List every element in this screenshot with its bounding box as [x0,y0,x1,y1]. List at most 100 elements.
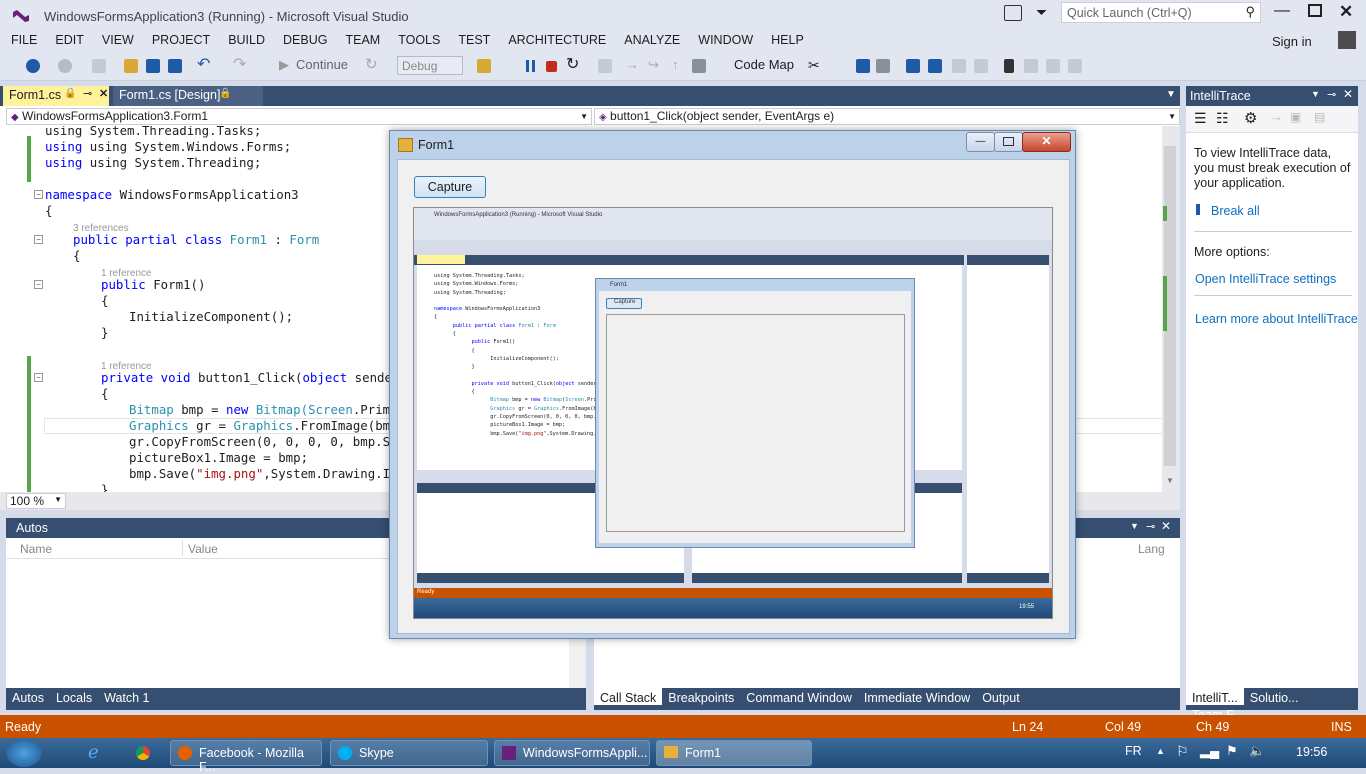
quick-launch-input[interactable]: Quick Launch (Ctrl+Q) ⚲ [1061,2,1261,23]
show-next-statement-icon[interactable] [598,59,612,73]
open-settings-link[interactable]: Open IntelliTrace settings [1195,272,1336,286]
action-center-icon[interactable]: ⚐ [1176,743,1189,760]
network-signal-icon[interactable]: ▂▄ [1200,743,1219,759]
close-panel-icon[interactable]: ✕ [1161,519,1171,533]
code-map-icon[interactable] [692,59,706,73]
menu-window[interactable]: WINDOW [689,30,762,47]
form-minimize-button[interactable]: — [966,132,995,152]
forward-icon[interactable] [58,59,72,73]
menu-view[interactable]: VIEW [93,30,143,47]
close-button[interactable]: ✕ [1339,2,1353,22]
zoom-select[interactable]: 100 % ▼ [6,493,66,509]
taskbar-item-form1[interactable]: Form1 [656,740,812,766]
restart-debugging-icon[interactable]: ↻ [566,54,579,74]
step-into-icon[interactable]: → [626,57,639,72]
clear-bookmarks-icon[interactable] [1068,59,1082,73]
maximize-button[interactable] [1308,4,1322,17]
tab-output[interactable]: Output [976,688,1026,705]
forward-arrow-icon[interactable]: → [1270,109,1283,124]
member-combo[interactable]: ◈ button1_Click(object sender, EventArgs… [594,108,1180,125]
indent-icon[interactable] [928,59,942,73]
network-error-icon[interactable]: ⚑ [1226,743,1238,759]
events-view-icon[interactable]: ☷ [1216,110,1229,127]
find-in-files-icon[interactable] [477,59,491,73]
tab-autos[interactable]: Autos [6,688,50,705]
start-button-icon[interactable] [6,739,42,767]
tab-locals[interactable]: Locals [50,688,98,705]
account-avatar[interactable] [1338,31,1356,49]
menu-help[interactable]: HELP [762,30,813,47]
close-tab-icon[interactable]: ✕ [99,87,108,100]
tab-dropdown-icon[interactable]: ▼ [1166,89,1176,100]
next-bookmark-icon[interactable] [1046,59,1060,73]
tab-immediate-window[interactable]: Immediate Window [858,688,976,705]
minimize-button[interactable]: — [1274,2,1290,20]
bookmark-icon[interactable] [1004,59,1014,73]
pin-icon[interactable]: ⊸ [1327,88,1336,101]
tab-solution-explorer[interactable]: Solutio... [1244,688,1305,705]
menu-build[interactable]: BUILD [219,30,274,47]
menu-test[interactable]: TEST [449,30,499,47]
gear-icon[interactable]: ⚙ [1244,109,1257,127]
internet-explorer-icon[interactable]: ℯ [88,742,99,763]
new-project-icon[interactable] [92,59,106,73]
chrome-icon[interactable] [136,746,150,760]
menu-project[interactable]: PROJECT [143,30,219,47]
menu-file[interactable]: FILE [0,30,46,47]
save-all-icon[interactable] [168,59,182,73]
autos-col-name[interactable]: Name [20,542,52,556]
back-icon[interactable] [26,59,40,73]
open-file-icon[interactable] [124,59,138,73]
uncomment-icon[interactable] [974,59,988,73]
tab-watch1[interactable]: Watch 1 [98,688,155,705]
clock[interactable]: 19:56 [1296,745,1327,759]
taskbar-item-skype[interactable]: Skype [330,740,488,766]
language-indicator[interactable]: FR [1125,744,1142,758]
prev-bookmark-icon[interactable] [1024,59,1038,73]
continue-button[interactable]: Continue [296,57,348,72]
restart-icon[interactable]: ↻ [365,55,378,73]
step-out-icon[interactable]: ↑ [672,57,679,72]
save-icon[interactable] [146,59,160,73]
callstack-col-lang[interactable]: Lang [1138,542,1165,556]
outdent-icon[interactable] [906,59,920,73]
filter-icon[interactable]: ⏷ [1036,4,1047,21]
menu-debug[interactable]: DEBUG [274,30,336,47]
break-all-link[interactable]: Break all [1211,204,1260,218]
menu-edit[interactable]: EDIT [46,30,92,47]
tab-form1-cs[interactable]: Form1.cs 🔒 ⊸ ✕ [3,86,109,106]
class-combo[interactable]: ◆ WindowsFormsApplication3.Form1 ▼ [6,108,592,125]
stop-debugging-icon[interactable] [546,61,557,72]
taskbar-item-firefox[interactable]: Facebook - Mozilla F... [170,740,322,774]
hex-display-icon[interactable]: ✂ [808,57,820,74]
pin-icon[interactable]: ⊸ [83,87,92,100]
taskbar-item-visual-studio[interactable]: WindowsFormsAppli... [494,740,650,766]
tab-intellitrace[interactable]: IntelliT... [1186,688,1244,705]
pin-icon[interactable]: ⊸ [1146,520,1155,533]
open-file-icon[interactable]: ▣ [1290,110,1301,124]
undo-icon[interactable]: ↶ [197,54,210,74]
feedback-icon[interactable] [1004,5,1022,21]
comment-icon[interactable] [952,59,966,73]
sign-in-link[interactable]: Sign in [1272,34,1312,49]
stack-icon[interactable] [876,59,890,73]
step-over-icon[interactable]: ↪ [648,57,659,73]
menu-architecture[interactable]: ARCHITECTURE [499,30,615,47]
continue-icon[interactable]: ▶ [279,57,289,73]
save-icon[interactable]: ▤ [1314,110,1325,124]
menu-team[interactable]: TEAM [336,30,389,47]
autos-col-value[interactable]: Value [188,542,218,556]
menu-tools[interactable]: TOOLS [389,30,449,47]
thread-icon[interactable] [856,59,870,73]
editor-vertical-scrollbar[interactable]: ▼ [1162,126,1180,492]
solution-config-select[interactable]: Debug [397,56,463,75]
tab-call-stack[interactable]: Call Stack [594,688,663,705]
list-view-icon[interactable]: ☰ [1194,110,1207,127]
form-close-button[interactable]: ✕ [1022,132,1071,152]
learn-more-link[interactable]: Learn more about IntelliTrace [1195,312,1358,326]
panel-dropdown-icon[interactable]: ▼ [1311,89,1320,99]
tray-expand-icon[interactable]: ▲ [1156,746,1165,756]
redo-icon[interactable]: ↷ [233,54,246,74]
break-all-icon[interactable] [524,59,538,73]
code-map-button[interactable]: Code Map [734,57,794,72]
